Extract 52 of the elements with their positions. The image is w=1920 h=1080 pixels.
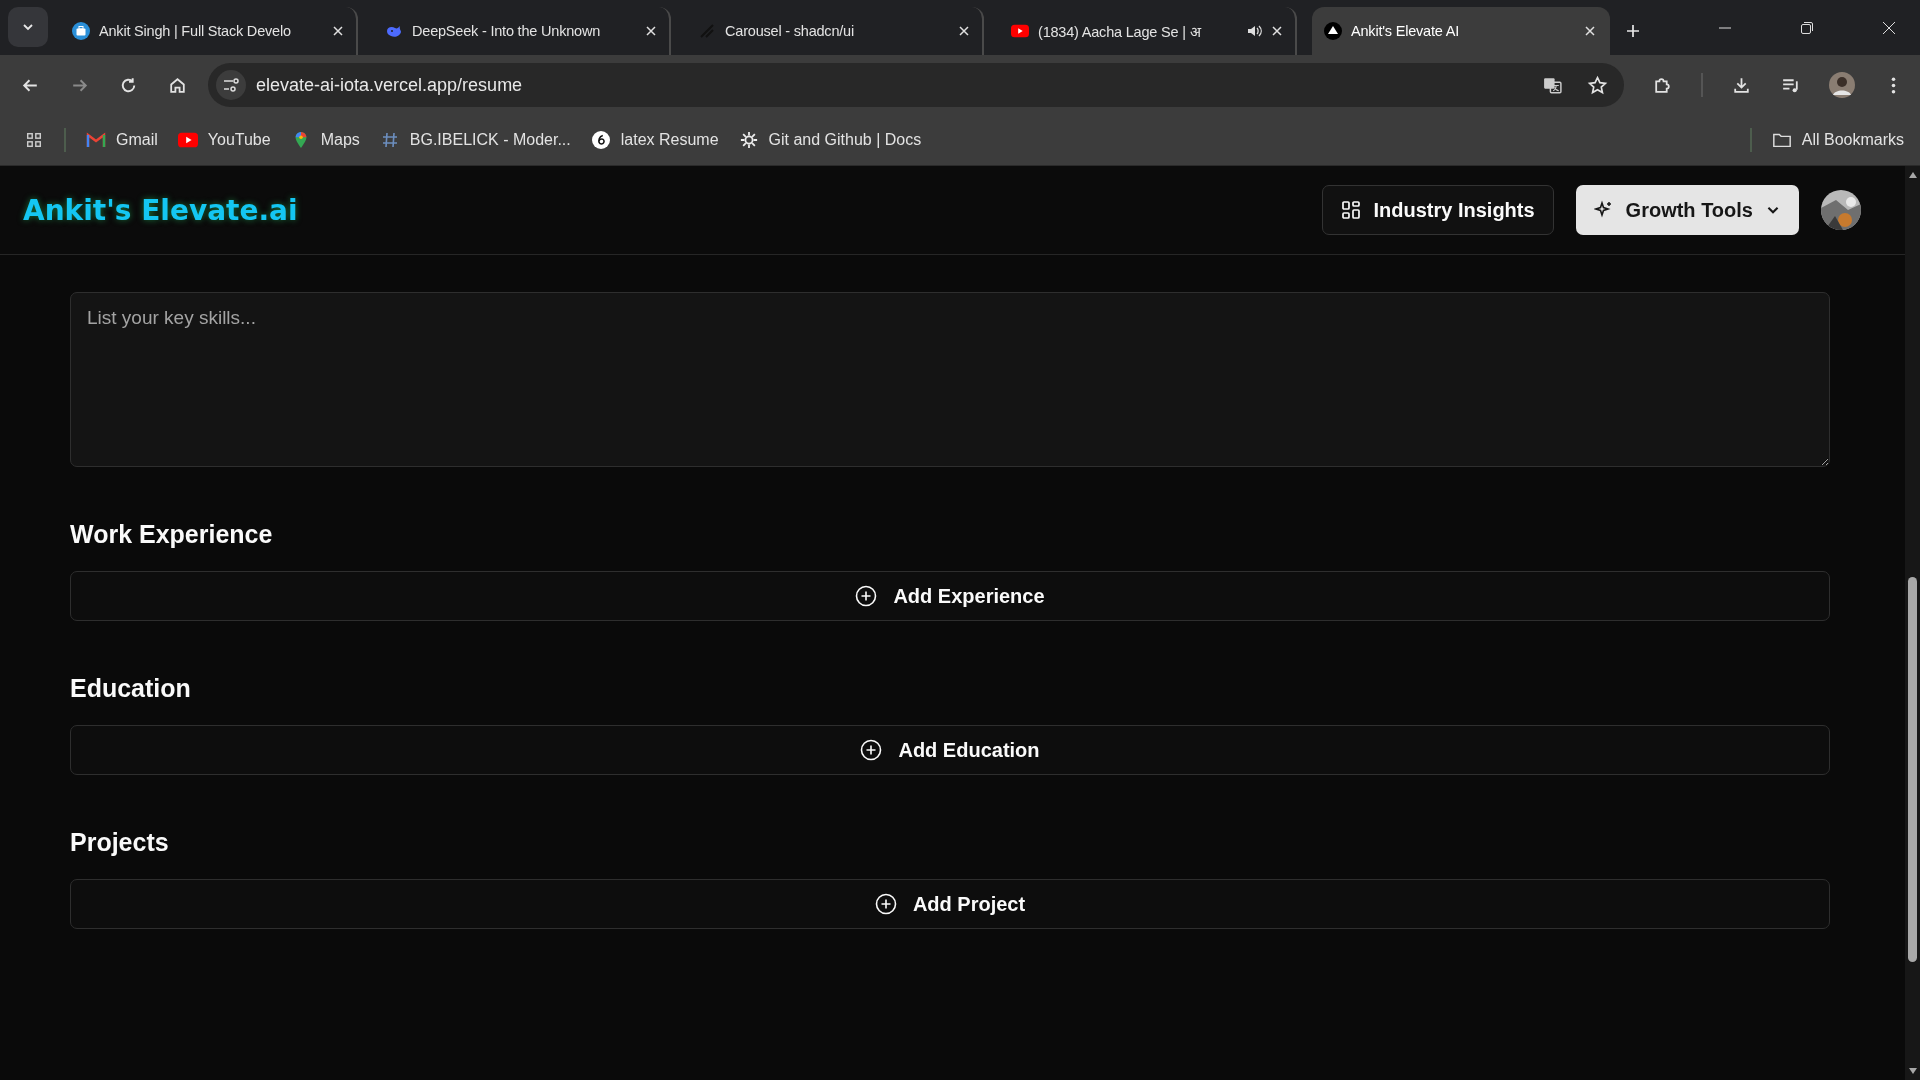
plus-circle-icon bbox=[860, 739, 883, 761]
bookmark[interactable]: Gmail bbox=[86, 131, 158, 149]
mail-icon bbox=[86, 131, 106, 149]
speaker-icon[interactable] bbox=[1246, 23, 1262, 39]
tab-title: Ankit Singh | Full Stack Develo bbox=[99, 23, 291, 39]
user-avatar[interactable] bbox=[1821, 190, 1861, 230]
close-icon[interactable] bbox=[645, 25, 657, 37]
scrollbar[interactable] bbox=[1905, 166, 1920, 1080]
swirl-icon bbox=[590, 131, 611, 149]
bookmark[interactable]: Git and Github | Docs bbox=[738, 131, 922, 149]
apps-grid-icon[interactable] bbox=[24, 131, 44, 149]
restore-icon[interactable] bbox=[1800, 21, 1814, 35]
dashboard-icon bbox=[1341, 200, 1362, 220]
address-bar[interactable]: elevate-ai-iota.vercel.app/resume bbox=[208, 63, 1624, 107]
bookmark[interactable]: BG.IBELICK - Moder... bbox=[379, 131, 571, 149]
logo[interactable]: Ankit's Elevate.ai bbox=[23, 193, 298, 227]
bookmark[interactable]: Maps bbox=[290, 131, 360, 149]
bookmark[interactable]: YouTube bbox=[177, 131, 271, 149]
close-icon[interactable] bbox=[958, 25, 970, 37]
close-icon[interactable] bbox=[332, 25, 344, 37]
section-heading: Projects bbox=[70, 827, 170, 858]
gear-icon bbox=[738, 131, 759, 149]
nav-button[interactable]: Industry Insights bbox=[1322, 185, 1554, 235]
scroll-up-icon[interactable] bbox=[1907, 171, 1918, 179]
scroll-down-icon[interactable] bbox=[1907, 1067, 1918, 1075]
new-tab-icon[interactable] bbox=[1625, 23, 1641, 39]
section-heading: Work Experience bbox=[70, 519, 274, 550]
tab-title: Carousel - shadcn/ui bbox=[725, 23, 854, 39]
plus-circle-icon bbox=[855, 585, 878, 607]
tab-title: Ankit's Elevate AI bbox=[1351, 23, 1459, 39]
folder-icon bbox=[1771, 131, 1792, 149]
section-heading: Education bbox=[70, 673, 192, 704]
browser-tab[interactable]: Ankit's Elevate AI bbox=[1312, 7, 1610, 55]
site-settings-icon[interactable] bbox=[216, 70, 246, 100]
add-button[interactable]: Add Experience bbox=[70, 571, 1830, 621]
play-icon bbox=[177, 131, 198, 149]
close-icon[interactable] bbox=[1271, 25, 1283, 37]
all-bookmarks-button[interactable]: All Bookmarks bbox=[1771, 131, 1904, 149]
add-button[interactable]: Add Education bbox=[70, 725, 1830, 775]
nav-button[interactable]: Growth Tools bbox=[1575, 185, 1799, 235]
close-icon[interactable] bbox=[1584, 25, 1596, 37]
profile-avatar[interactable] bbox=[1829, 72, 1855, 98]
add-button[interactable]: Add Project bbox=[70, 879, 1830, 929]
bookmark[interactable]: latex Resume bbox=[590, 131, 719, 149]
briefcase-icon bbox=[72, 22, 90, 40]
star-icon[interactable] bbox=[1587, 74, 1608, 96]
skills-field[interactable]: List your key skills... bbox=[70, 292, 1830, 467]
play-icon bbox=[1011, 22, 1029, 40]
tab-title: DeepSeek - Into the Unknown bbox=[412, 23, 601, 39]
close-window-icon[interactable] bbox=[1882, 21, 1896, 35]
plus-circle-icon bbox=[874, 893, 897, 915]
tab-title: (1834) Aacha Lage Se | अ bbox=[1038, 23, 1201, 41]
